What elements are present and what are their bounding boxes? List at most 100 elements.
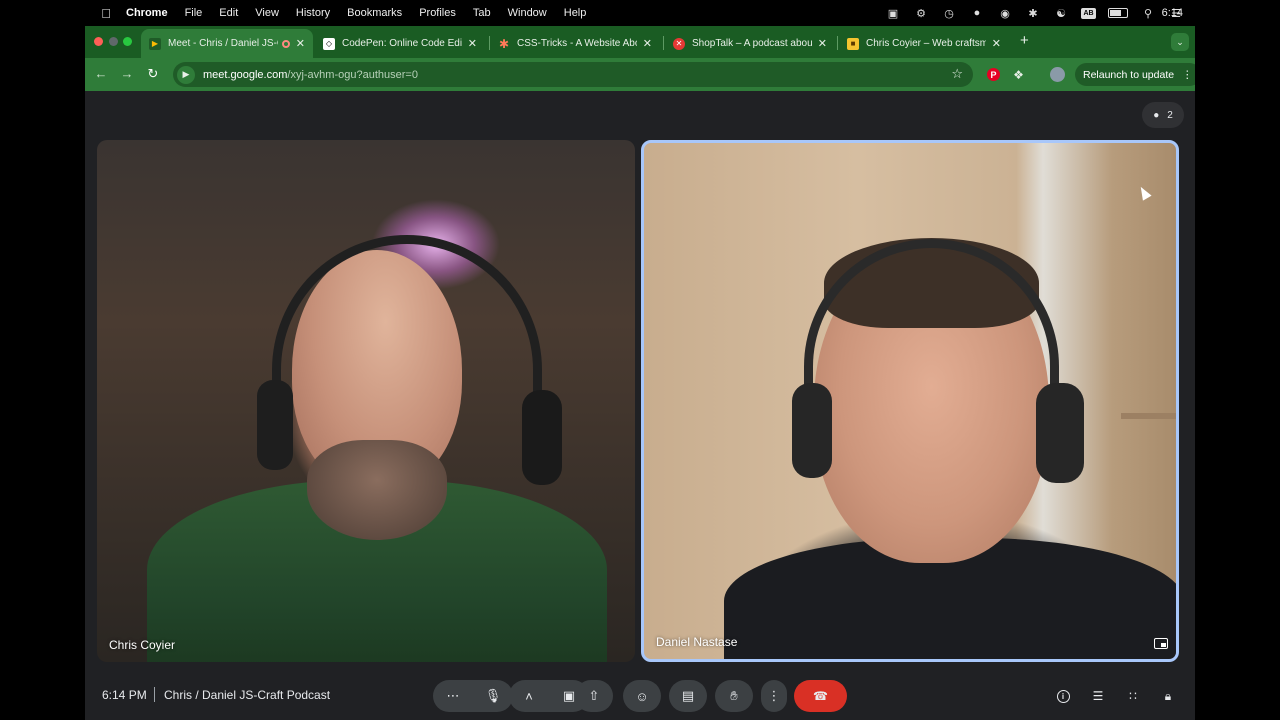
menu-bookmarks[interactable]: Bookmarks (347, 7, 402, 19)
close-tab-icon[interactable]: ✕ (986, 37, 1001, 50)
google-meet-icon: ▶ (149, 37, 161, 50)
address-bar[interactable]: ▶ meet.google.com/xyj-avhm-ogu?authuser=… (173, 62, 973, 87)
macos-menubar:  Chrome File Edit View History Bookmark… (0, 0, 1280, 26)
window-minimize-button[interactable] (109, 37, 118, 46)
meeting-title: Chris / Daniel JS-Craft Podcast (164, 688, 331, 702)
chat-icon[interactable]: ☰ (1090, 688, 1106, 704)
menubar-clock[interactable]: 6:14 (1162, 0, 1183, 26)
relaunch-to-update-button[interactable]: Relaunch to update ⋮ (1075, 63, 1195, 86)
tab-separator (663, 36, 664, 50)
menu-history[interactable]: History (296, 7, 330, 19)
forward-arrow-icon[interactable]: → (119, 66, 135, 82)
audio-icon[interactable]: ◉ (997, 7, 1013, 20)
tab-meet[interactable]: ▶ Meet - Chris / Daniel JS-C ✕ (141, 29, 313, 58)
microphone-icon[interactable]: 🎙︎ (473, 688, 513, 704)
window-zoom-button[interactable] (123, 37, 132, 46)
url-host: meet.google.com (203, 68, 288, 81)
tools-icon[interactable]: ⚙ (913, 7, 929, 20)
people-icon: ● (1153, 109, 1160, 121)
chrome-window: ▶ Meet - Chris / Daniel JS-C ✕ ◇ CodePen… (85, 26, 1195, 720)
meeting-details-button[interactable]: i (1055, 688, 1071, 704)
spotlight-search-icon[interactable]: ⚲ (1140, 7, 1156, 20)
participant-name: Daniel Nastase (656, 635, 738, 649)
headphones-icon (272, 235, 542, 415)
tab-separator (837, 36, 838, 50)
microphone-control[interactable]: ⋯ 🎙︎ (433, 680, 513, 712)
url-path: /xyj-avhm-ogu?authuser=0 (287, 68, 418, 81)
emoji-icon: ☺ (635, 688, 649, 704)
apple-icon[interactable]:  (98, 6, 114, 21)
tab-codepen[interactable]: ◇ CodePen: Online Code Editor ✕ (315, 29, 485, 58)
window-close-button[interactable] (94, 37, 103, 46)
tab-css-tricks[interactable]: ✱ CSS-Tricks - A Website Abou ✕ (490, 29, 660, 58)
activities-grid-icon[interactable]: ∷ (1125, 688, 1141, 704)
tab-title: ShopTalk – A podcast about f (692, 38, 812, 49)
hand-icon: ✋︎ (730, 688, 738, 703)
menu-view[interactable]: View (255, 7, 279, 19)
back-arrow-icon[interactable]: ← (93, 66, 109, 82)
profile-avatar[interactable] (1050, 67, 1065, 82)
close-tab-icon[interactable]: ✕ (812, 37, 827, 50)
leave-call-button[interactable]: ☎ (794, 680, 847, 712)
bookmark-star-icon[interactable]: ☆ (951, 66, 963, 82)
tab-chris-coyier[interactable]: ■ Chris Coyier – Web craftsman ✕ (839, 29, 1009, 58)
video-headphone-left (257, 380, 293, 470)
wifi-icon[interactable]: ☯ (1053, 7, 1069, 20)
pinterest-extension-icon[interactable]: P (987, 68, 1000, 81)
new-tab-icon[interactable]: + (1020, 33, 1029, 48)
host-controls-lock-icon[interactable]: 🔒︎ (1160, 688, 1176, 704)
menu-file[interactable]: File (185, 7, 203, 19)
reactions-button[interactable]: ☺ (623, 680, 661, 712)
captions-icon: ▤ (681, 688, 695, 703)
close-tab-icon[interactable]: ✕ (290, 37, 305, 50)
captions-button[interactable]: ▤ (669, 680, 707, 712)
tab-title: Meet - Chris / Daniel JS-C (168, 38, 278, 49)
more-options-button[interactable]: ⋮ (761, 680, 787, 712)
shoptalk-icon: ✕ (673, 37, 685, 50)
site-info-icon[interactable]: ▶ (177, 65, 195, 84)
chris-coyier-site-icon: ■ (847, 37, 859, 50)
menu-profiles[interactable]: Profiles (419, 7, 456, 19)
chevron-up-icon[interactable]: ˄ (509, 689, 549, 704)
tab-shoptalk[interactable]: ✕ ShopTalk – A podcast about f ✕ (665, 29, 835, 58)
menu-edit[interactable]: Edit (219, 7, 238, 19)
url-text[interactable]: meet.google.com/xyj-avhm-ogu?authuser=0 (203, 69, 418, 81)
extensions-puzzle-icon[interactable]: ❖ (1010, 66, 1027, 83)
menu-help[interactable]: Help (564, 7, 587, 19)
tab-search-chevron-icon[interactable]: ⌄ (1171, 33, 1189, 51)
video-headphone-right (1036, 383, 1084, 483)
camera-icon[interactable]: ▣ (885, 7, 901, 20)
microphone-icon[interactable]: ● (969, 7, 985, 19)
divider (154, 687, 155, 702)
video-shelf (1121, 413, 1176, 419)
present-screen-icon: ⇧ (588, 688, 600, 703)
css-tricks-icon: ✱ (498, 36, 510, 51)
recording-icon (281, 39, 290, 48)
battery-icon[interactable] (1108, 8, 1128, 18)
reload-icon[interactable]: ↻ (145, 66, 161, 82)
menu-app-chrome[interactable]: Chrome (126, 7, 168, 19)
picture-in-picture-icon[interactable] (1154, 638, 1168, 649)
tab-title: CSS-Tricks - A Website Abou (517, 38, 637, 49)
tab-strip: ▶ Meet - Chris / Daniel JS-C ✕ ◇ CodePen… (85, 26, 1195, 58)
more-options-horizontal-icon[interactable]: ⋯ (433, 688, 473, 704)
more-vertical-icon: ⋮ (1182, 68, 1193, 81)
meeting-time: 6:14 PM (102, 688, 147, 702)
browser-toolbar: ← → ↻ ▶ meet.google.com/xyj-avhm-ogu?aut… (85, 58, 1195, 91)
bluetooth-icon[interactable]: ✱ (1025, 7, 1041, 20)
timer-icon[interactable]: ◷ (941, 7, 957, 20)
menu-tab[interactable]: Tab (473, 7, 491, 19)
participant-tile-chris[interactable]: Chris Coyier (97, 140, 635, 662)
video-headphone-right (522, 390, 562, 485)
raise-hand-button[interactable]: ✋︎ (715, 680, 753, 712)
participant-count-button[interactable]: ● 2 (1142, 102, 1184, 128)
close-tab-icon[interactable]: ✕ (637, 37, 652, 50)
end-call-icon: ☎ (813, 689, 828, 703)
participant-count: 2 (1167, 109, 1173, 121)
input-source-icon[interactable]: AB (1081, 7, 1096, 19)
more-vertical-icon: ⋮ (767, 688, 781, 703)
present-screen-button[interactable]: ⇧ (575, 680, 613, 712)
menu-window[interactable]: Window (508, 7, 547, 19)
close-tab-icon[interactable]: ✕ (462, 37, 477, 50)
participant-tile-daniel[interactable]: Daniel Nastase (641, 140, 1179, 662)
